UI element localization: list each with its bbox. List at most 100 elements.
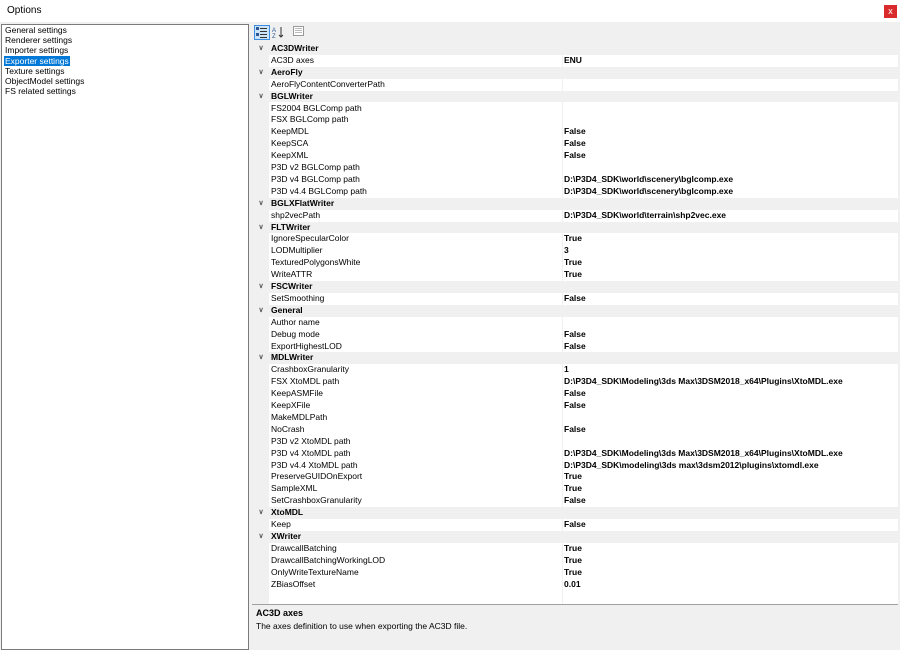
property-row[interactable]: NoCrash False bbox=[252, 424, 898, 436]
property-value[interactable]: False bbox=[564, 150, 586, 162]
property-row[interactable]: FS2004 BGLComp path bbox=[252, 103, 898, 115]
property-pages-button[interactable] bbox=[292, 25, 308, 40]
property-value[interactable]: False bbox=[564, 138, 586, 150]
property-row[interactable]: FSX BGLComp path bbox=[252, 114, 898, 126]
property-value[interactable]: D:\P3D4_SDK\modeling\3ds max\3dsm2012\pl… bbox=[564, 460, 819, 472]
property-row[interactable]: PreserveGUIDOnExport True bbox=[252, 471, 898, 483]
settings-category-list[interactable]: General settings Renderer settings Importe… bbox=[1, 24, 249, 650]
property-value[interactable]: True bbox=[564, 483, 582, 495]
property-row[interactable]: P3D v4 XtoMDL path D:\P3D4_SDK\Modeling\3… bbox=[252, 448, 898, 460]
property-value[interactable]: True bbox=[564, 555, 582, 567]
property-value[interactable]: D:\P3D4_SDK\world\scenery\bglcomp.exe bbox=[564, 186, 733, 198]
sidebar-item[interactable]: General settings bbox=[2, 25, 248, 35]
property-value[interactable]: True bbox=[564, 233, 582, 245]
property-row[interactable]: ZBiasOffset 0.01 bbox=[252, 579, 898, 591]
property-row[interactable]: shp2vecPath D:\P3D4_SDK\world\terrain\shp… bbox=[252, 210, 898, 222]
property-row[interactable]: P3D v4 BGLComp path D:\P3D4_SDK\world\sce… bbox=[252, 174, 898, 186]
property-value[interactable]: D:\P3D4_SDK\world\terrain\shp2vec.exe bbox=[564, 210, 726, 222]
category-row[interactable]: ∨ FSCWriter bbox=[252, 281, 898, 293]
property-value[interactable]: False bbox=[564, 341, 586, 353]
property-value[interactable]: False bbox=[564, 424, 586, 436]
property-value[interactable]: D:\P3D4_SDK\Modeling\3ds Max\3DSM2018_x6… bbox=[564, 376, 843, 388]
property-value[interactable]: ENU bbox=[564, 55, 582, 67]
property-value[interactable]: False bbox=[564, 519, 586, 531]
category-row[interactable]: ∨ AC3DWriter bbox=[252, 43, 898, 55]
property-row[interactable]: IgnoreSpecularColor True bbox=[252, 233, 898, 245]
property-row[interactable]: Author name bbox=[252, 317, 898, 329]
property-row[interactable]: KeepSCA False bbox=[252, 138, 898, 150]
property-row[interactable]: KeepMDL False bbox=[252, 126, 898, 138]
property-row[interactable]: Keep False bbox=[252, 519, 898, 531]
property-row[interactable]: DrawcallBatching True bbox=[252, 543, 898, 555]
property-name: KeepXML bbox=[271, 150, 309, 161]
property-row[interactable]: AeroFlyContentConverterPath bbox=[252, 79, 898, 91]
sidebar-item[interactable]: Renderer settings bbox=[2, 35, 248, 45]
property-row[interactable]: Debug mode False bbox=[252, 329, 898, 341]
property-row[interactable]: KeepXML False bbox=[252, 150, 898, 162]
collapse-chevron-icon[interactable]: ∨ bbox=[256, 531, 266, 543]
property-value[interactable]: D:\P3D4_SDK\world\scenery\bglcomp.exe bbox=[564, 174, 733, 186]
property-row[interactable]: LODMultiplier 3 bbox=[252, 245, 898, 257]
category-row[interactable]: ∨ BGLXFlatWriter bbox=[252, 197, 898, 210]
collapse-chevron-icon[interactable]: ∨ bbox=[256, 91, 266, 103]
collapse-chevron-icon[interactable]: ∨ bbox=[256, 305, 266, 317]
property-name: PreserveGUIDOnExport bbox=[271, 471, 363, 482]
categorized-view-button[interactable] bbox=[254, 25, 270, 40]
property-row[interactable]: TexturedPolygonsWhite True bbox=[252, 257, 898, 269]
property-value[interactable]: False bbox=[564, 329, 586, 341]
property-value[interactable]: 0.01 bbox=[564, 579, 581, 591]
property-row[interactable]: SetCrashboxGranularity False bbox=[252, 495, 898, 507]
property-grid[interactable]: ∨ AC3DWriter AC3D axes ENU ∨ AeroFly AeroFlyCo… bbox=[252, 43, 898, 604]
property-value[interactable]: False bbox=[564, 495, 586, 507]
collapse-chevron-icon[interactable]: ∨ bbox=[256, 222, 266, 234]
sidebar-item[interactable]: Importer settings bbox=[2, 45, 248, 55]
property-row[interactable]: DrawcallBatchingWorkingLOD True bbox=[252, 555, 898, 567]
property-row[interactable]: FSX XtoMDL path D:\P3D4_SDK\Modeling\3ds … bbox=[252, 376, 898, 388]
category-row[interactable]: ∨ FLTWriter bbox=[252, 221, 898, 234]
category-row[interactable]: ∨ XWriter bbox=[252, 530, 898, 543]
property-value[interactable]: True bbox=[564, 269, 582, 281]
property-row[interactable]: OnlyWriteTextureName True bbox=[252, 567, 898, 579]
sidebar-item[interactable]: FS related settings bbox=[2, 86, 248, 96]
alphabetical-sort-button[interactable]: A Z bbox=[271, 25, 287, 40]
collapse-chevron-icon[interactable]: ∨ bbox=[256, 67, 266, 79]
property-value[interactable]: True bbox=[564, 471, 582, 483]
collapse-chevron-icon[interactable]: ∨ bbox=[256, 352, 266, 364]
property-value[interactable]: False bbox=[564, 388, 586, 400]
property-value[interactable]: False bbox=[564, 400, 586, 412]
property-row[interactable]: WriteATTR True bbox=[252, 269, 898, 281]
property-row[interactable]: AC3D axes ENU bbox=[252, 55, 898, 67]
category-row[interactable]: ∨ BGLWriter bbox=[252, 90, 898, 103]
property-row[interactable]: ExportHighestLOD False bbox=[252, 341, 898, 353]
property-value[interactable]: True bbox=[564, 567, 582, 579]
property-row[interactable]: MakeMDLPath bbox=[252, 412, 898, 424]
property-value[interactable]: 3 bbox=[564, 245, 569, 257]
collapse-chevron-icon[interactable]: ∨ bbox=[256, 507, 266, 519]
property-row[interactable]: P3D v4.4 XtoMDL path D:\P3D4_SDK\modeling… bbox=[252, 460, 898, 472]
collapse-chevron-icon[interactable]: ∨ bbox=[256, 198, 266, 210]
property-row[interactable]: CrashboxGranularity 1 bbox=[252, 364, 898, 376]
property-row[interactable]: SampleXML True bbox=[252, 483, 898, 495]
property-row[interactable]: P3D v2 XtoMDL path bbox=[252, 436, 898, 448]
category-row[interactable]: ∨ AeroFly bbox=[252, 66, 898, 79]
property-row[interactable]: KeepASMFile False bbox=[252, 388, 898, 400]
property-value[interactable]: D:\P3D4_SDK\Modeling\3ds Max\3DSM2018_x6… bbox=[564, 448, 843, 460]
sidebar-item[interactable]: ObjectModel settings bbox=[2, 76, 248, 86]
category-row[interactable]: ∨ General bbox=[252, 304, 898, 317]
property-value[interactable]: False bbox=[564, 126, 586, 138]
property-value[interactable]: False bbox=[564, 293, 586, 305]
property-value[interactable]: True bbox=[564, 543, 582, 555]
sidebar-item[interactable]: Texture settings bbox=[2, 66, 248, 76]
close-button[interactable]: x bbox=[884, 5, 897, 18]
property-row[interactable]: P3D v2 BGLComp path bbox=[252, 162, 898, 174]
collapse-chevron-icon[interactable]: ∨ bbox=[256, 281, 266, 293]
sidebar-item[interactable]: Exporter settings bbox=[2, 55, 248, 66]
category-row[interactable]: ∨ XtoMDL bbox=[252, 507, 898, 519]
property-value[interactable]: 1 bbox=[564, 364, 569, 376]
category-row[interactable]: ∨ MDLWriter bbox=[252, 352, 898, 365]
property-row[interactable]: SetSmoothing False bbox=[252, 293, 898, 305]
collapse-chevron-icon[interactable]: ∨ bbox=[256, 43, 266, 55]
property-value[interactable]: True bbox=[564, 257, 582, 269]
property-row[interactable]: KeepXFile False bbox=[252, 400, 898, 412]
property-row[interactable]: P3D v4.4 BGLComp path D:\P3D4_SDK\world\s… bbox=[252, 186, 898, 198]
